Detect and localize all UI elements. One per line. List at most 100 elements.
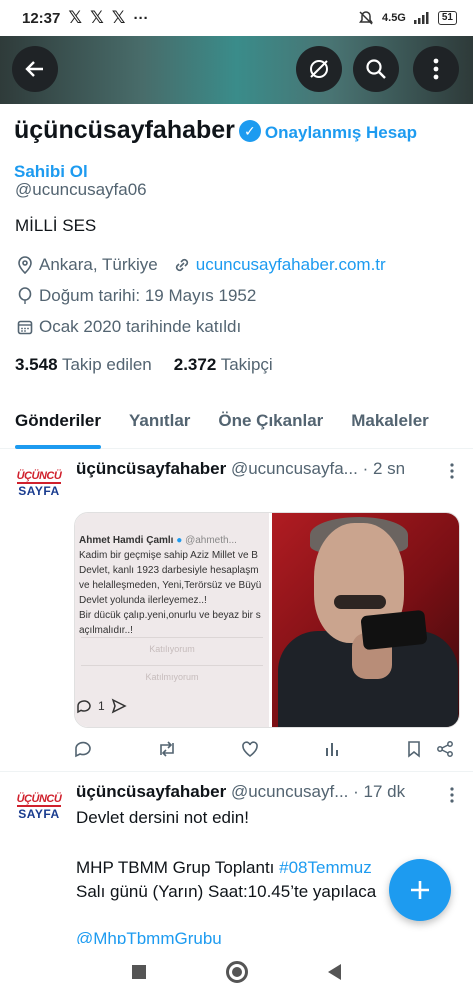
tweet-text-line: MHP TBMM Grup Toplantı #08Temmuz bbox=[76, 855, 372, 881]
x-notification-icon: 𝕏 bbox=[111, 8, 126, 27]
back-arrow-icon bbox=[25, 61, 43, 77]
x-notification-icon: 𝕏 bbox=[68, 8, 83, 27]
embedded-poll-option: Katılmıyorum bbox=[81, 665, 263, 687]
embedded-line: açılmalıdır..! bbox=[79, 625, 133, 636]
reply-icon bbox=[77, 700, 91, 714]
tab-replies[interactable]: Yanıtlar bbox=[129, 403, 190, 448]
signal-icon bbox=[413, 12, 429, 24]
location-text: Ankara, Türkiye bbox=[39, 255, 158, 274]
profile-handle: @ucuncusayfa06 bbox=[15, 180, 147, 199]
embedded-line: ve helalleşmeden, Yeni,Terörsüz ve Büyü bbox=[79, 580, 262, 591]
embedded-line: Devlet yolunda ilerleyemez..! bbox=[79, 595, 207, 606]
system-nav-bar bbox=[0, 944, 473, 1000]
hashtag-link[interactable]: #08Temmuz bbox=[279, 858, 372, 877]
follow-stats: 3.548 Takip edilen 2.372 Takipçi bbox=[15, 355, 273, 375]
joined-text: Ocak 2020 tarihinde katıldı bbox=[39, 317, 242, 336]
location-pin-icon bbox=[15, 255, 35, 275]
birthday-text: Doğum tarihi: 19 Mayıs 1952 bbox=[39, 286, 257, 305]
tweet-text-line: Salı günü (Yarın) Saat:10.45’te yapılaca bbox=[76, 882, 377, 901]
compose-post-button[interactable] bbox=[389, 859, 451, 921]
home-icon[interactable] bbox=[226, 961, 248, 983]
profile-banner bbox=[0, 36, 473, 104]
grok-button[interactable] bbox=[296, 46, 342, 92]
bookmark-icon[interactable] bbox=[406, 740, 422, 758]
profile-name-row: üçüncüsayfahaber ✓ Onaylanmış Hesap Sahibi … bbox=[14, 112, 464, 190]
verified-link-text-2: Sahibi Ol bbox=[14, 162, 88, 181]
avatar-logo-top: ÜÇÜNCÜ bbox=[16, 470, 62, 484]
status-bar: 12:37 𝕏 𝕏 𝕏 ··· 4.5G 51 bbox=[0, 0, 473, 36]
views-icon bbox=[325, 743, 338, 756]
avatar-logo-bottom: SAYFA bbox=[18, 484, 60, 498]
photo-man-with-phone bbox=[272, 513, 459, 727]
location-row: Ankara, Türkiye ucuncusayfahaber.com.tr bbox=[15, 255, 386, 275]
tweet-author[interactable]: üçüncüsayfahaber bbox=[76, 459, 226, 478]
more-options-button[interactable] bbox=[413, 46, 459, 92]
followers-label: Takipçi bbox=[220, 355, 273, 374]
following-label: Takip edilen bbox=[61, 355, 152, 374]
retweet-icon bbox=[159, 741, 174, 757]
calendar-icon bbox=[15, 317, 35, 337]
following-link[interactable]: 3.548 Takip edilen bbox=[15, 355, 152, 375]
tweet-time: · 17 dk bbox=[353, 782, 406, 801]
embedded-handle: @ahmeth... bbox=[185, 535, 237, 546]
mute-icon bbox=[359, 11, 374, 25]
reply-button[interactable] bbox=[74, 740, 92, 758]
battery-icon: 51 bbox=[437, 11, 457, 25]
tab-highlights[interactable]: Öne Çıkanlar bbox=[218, 403, 323, 448]
tweet-handle: @ucuncusayfa... bbox=[230, 459, 358, 478]
tweet-actions bbox=[74, 740, 454, 758]
embedded-actions: 1 bbox=[76, 698, 127, 714]
mention-link[interactable]: @MhpTbmmGrubu bbox=[76, 926, 222, 944]
following-count: 3.548 bbox=[15, 355, 58, 374]
verified-link-text-1: Onaylanmış Hesap bbox=[264, 123, 418, 142]
embedded-line: Devlet, kanlı 1923 darbesiyle hesaplaşm bbox=[79, 565, 259, 576]
retweet-button[interactable] bbox=[157, 740, 177, 758]
bookmark-share-group bbox=[406, 740, 454, 758]
tweet-divider bbox=[0, 771, 473, 772]
tweet-media[interactable]: Ahmet Hamdi Çamlı ● @ahmeth... Kadim bir… bbox=[74, 512, 460, 728]
grok-icon bbox=[310, 60, 328, 78]
embedded-reply-count: 1 bbox=[98, 699, 105, 713]
views-button[interactable] bbox=[324, 740, 342, 758]
avatar-logo-top: ÜÇÜNCÜ bbox=[16, 793, 62, 807]
birthday-row: Doğum tarihi: 19 Mayıs 1952 bbox=[15, 286, 256, 306]
followers-link[interactable]: 2.372 Takipçi bbox=[174, 355, 273, 375]
tab-posts[interactable]: Gönderiler bbox=[15, 403, 101, 449]
embedded-line: Bir dücük çalıp.yeni,onurlu ve beyaz bir… bbox=[79, 610, 261, 621]
x-notification-icon: 𝕏 bbox=[90, 8, 104, 27]
status-time: 12:37 bbox=[22, 9, 61, 27]
back-nav-icon[interactable] bbox=[328, 964, 341, 980]
embedded-poll-option: Katılıyorum bbox=[81, 637, 263, 659]
send-icon bbox=[111, 698, 127, 714]
share-icon[interactable] bbox=[436, 740, 454, 758]
tab-articles[interactable]: Makaleler bbox=[351, 403, 429, 448]
tweet-header: üçüncüsayfahaber @ucuncusayfa... · 2 sn bbox=[76, 459, 456, 479]
like-button[interactable] bbox=[241, 740, 259, 758]
tweet-author[interactable]: üçüncüsayfahaber bbox=[76, 782, 226, 801]
joined-row: Ocak 2020 tarihinde katıldı bbox=[15, 317, 241, 337]
tweet-more-icon[interactable] bbox=[449, 786, 455, 804]
embedded-line: Kadim bir geçmişe sahip Aziz Millet ve B bbox=[79, 550, 258, 561]
balloon-icon bbox=[15, 286, 35, 306]
search-button[interactable] bbox=[353, 46, 399, 92]
profile-bio: MİLLİ SES bbox=[15, 216, 97, 235]
plus-icon bbox=[411, 881, 429, 899]
recent-apps-icon[interactable] bbox=[132, 965, 146, 979]
profile-tabs: Gönderiler Yanıtlar Öne Çıkanlar Makalel… bbox=[0, 403, 473, 449]
avatar[interactable]: ÜÇÜNCÜ SAYFA bbox=[14, 793, 64, 823]
search-icon bbox=[366, 59, 386, 79]
website-link[interactable]: ucuncusayfahaber.com.tr bbox=[196, 255, 386, 275]
avatar-logo-bottom: SAYFA bbox=[18, 807, 60, 821]
avatar[interactable]: ÜÇÜNCÜ SAYFA bbox=[14, 470, 64, 500]
tweet-handle: @ucuncusayf... bbox=[230, 782, 349, 801]
embedded-author: Ahmet Hamdi Çamlı bbox=[79, 535, 174, 546]
display-name: üçüncüsayfahaber bbox=[14, 116, 235, 144]
tweet-text-line: Devlet dersini not edin! bbox=[76, 808, 249, 827]
followers-count: 2.372 bbox=[173, 355, 217, 374]
back-button[interactable] bbox=[12, 46, 58, 92]
tweet-header: üçüncüsayfahaber @ucuncusayf... · 17 dk bbox=[76, 782, 456, 802]
reply-icon bbox=[75, 741, 91, 758]
tweet-time: · 2 sn bbox=[362, 459, 406, 478]
more-vertical-icon bbox=[433, 58, 439, 80]
tweet-more-icon[interactable] bbox=[449, 462, 455, 480]
